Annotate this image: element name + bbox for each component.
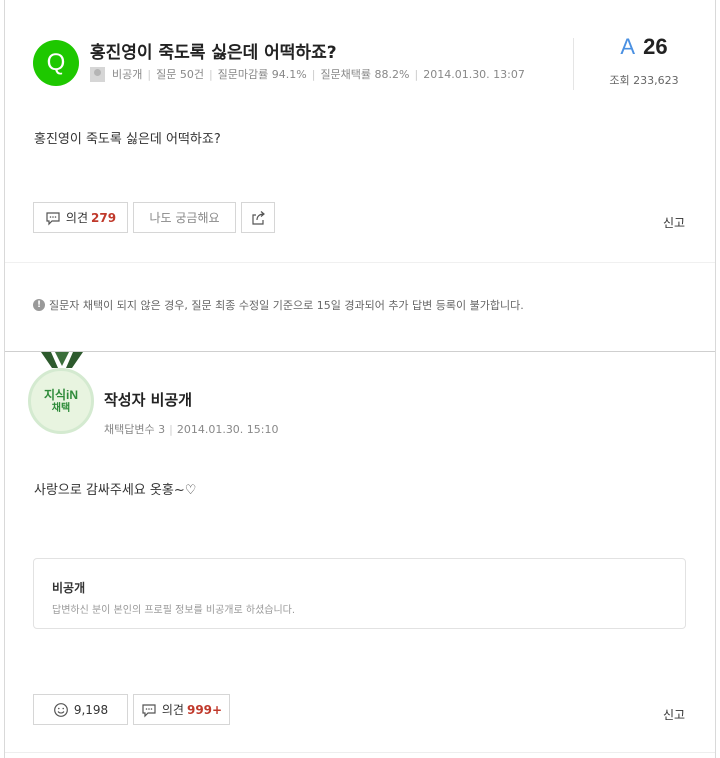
medal-line1: 지식iN xyxy=(43,387,79,402)
opinion-label: 의견 xyxy=(65,211,89,225)
meta-separator: | xyxy=(169,423,173,436)
smile-icon xyxy=(53,702,68,717)
speech-bubble-icon xyxy=(46,211,60,225)
adopted-medal-icon: 지식iN 채택 xyxy=(28,368,94,434)
speech-bubble-icon xyxy=(142,703,156,717)
view-count: 조회 233,623 xyxy=(609,74,679,87)
meta-separator: | xyxy=(414,67,419,81)
profile-box: 비공개 답변하신 분이 본인의 프로필 정보를 비공개로 하셨습니다. xyxy=(33,558,686,629)
answer-meta: 채택답변수 3 | 2014.01.30. 15:10 xyxy=(104,421,279,437)
notice-text: 질문자 채택이 되지 않은 경우, 질문 최종 수정일 기준으로 15일 경과되… xyxy=(49,299,524,312)
page-frame xyxy=(4,0,716,758)
bottom-divider xyxy=(5,752,715,753)
question-badge-icon: Q xyxy=(33,40,79,86)
notice: ! 질문자 채택이 되지 않은 경우, 질문 최종 수정일 기준으로 15일 경… xyxy=(33,297,524,313)
answer-count[interactable]: A 26 xyxy=(574,34,714,60)
info-icon: ! xyxy=(33,299,45,311)
answer-writer: 작성자 비공개 xyxy=(104,391,193,409)
share-icon xyxy=(252,210,265,225)
question-report-link[interactable]: 신고 xyxy=(663,214,685,231)
medal-line2: 채택 xyxy=(51,402,71,414)
opinion-label: 의견 xyxy=(161,703,184,717)
meta-separator: | xyxy=(208,67,213,81)
opinion-count: 999+ xyxy=(186,702,223,717)
adopted-count: 채택답변수 3 xyxy=(104,423,166,436)
share-button[interactable] xyxy=(241,202,275,233)
answer-body: 사랑으로 감싸주세요 옷홍~♡ xyxy=(34,483,197,498)
answer-count-value: 26 xyxy=(643,34,668,59)
opinion-count: 279 xyxy=(91,210,117,225)
profile-description: 답변하신 분이 본인의 프로필 정보를 비공개로 하셨습니다. xyxy=(52,605,296,616)
deadline-rate: 질문마감률 94.1% xyxy=(217,68,307,81)
answer-prefix: A xyxy=(620,34,636,59)
like-count: 9,198 xyxy=(73,702,109,717)
question-meta: 비공개 | 질문 50건 | 질문마감률 94.1% | 질문채택률 88.2%… xyxy=(90,66,525,82)
question-title[interactable]: 홍진영이 죽도록 싫은데 어떡하죠? xyxy=(90,38,337,63)
meta-separator: | xyxy=(311,67,316,81)
question-author[interactable]: 비공개 xyxy=(112,66,142,82)
meta-separator: | xyxy=(147,67,152,81)
question-date: 2014.01.30. 13:07 xyxy=(423,67,525,81)
answer-report-link[interactable]: 신고 xyxy=(663,706,685,723)
me-too-curious-button[interactable]: 나도 궁금해요 xyxy=(133,202,236,233)
answer-date: 2014.01.30. 15:10 xyxy=(176,423,279,436)
avatar-icon xyxy=(90,66,105,82)
question-count: 질문 50건 xyxy=(156,68,204,81)
profile-title: 비공개 xyxy=(52,581,86,595)
adopt-rate: 질문채택률 88.2% xyxy=(320,68,410,81)
question-opinion-button[interactable]: 의견 279 xyxy=(33,202,128,233)
question-body: 홍진영이 죽도록 싫은데 어떡하죠? xyxy=(34,132,221,147)
like-button[interactable]: 9,198 xyxy=(33,694,128,725)
answer-opinion-button[interactable]: 의견 999+ xyxy=(133,694,230,725)
